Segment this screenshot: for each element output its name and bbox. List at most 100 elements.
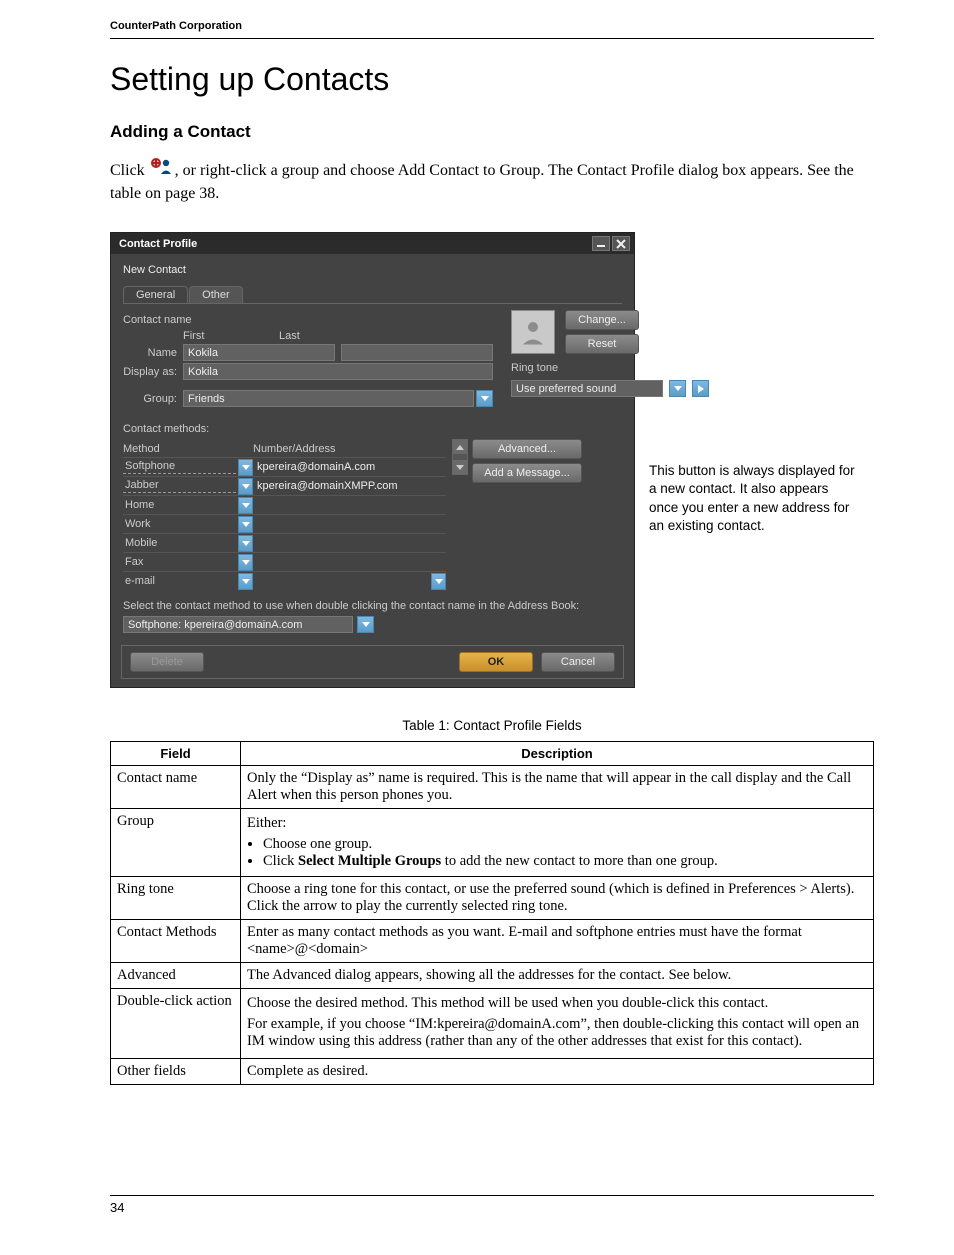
ringtone-play-button[interactable]	[692, 380, 709, 397]
table-row: GroupEither:Choose one group.Click Selec…	[111, 809, 874, 877]
select-method-note: Select the contact method to use when do…	[123, 600, 622, 612]
method-type-dropdown[interactable]	[238, 459, 253, 476]
chevron-down-icon	[435, 579, 443, 584]
name-label: Name	[123, 347, 183, 359]
ringtone-dropdown-button[interactable]	[669, 380, 686, 397]
fields-table: Field Description Contact nameOnly the “…	[110, 741, 874, 1085]
method-row: Softphone kpereira@domainA.com	[123, 457, 446, 476]
chevron-down-icon	[242, 541, 250, 546]
page-number: 34	[110, 1195, 874, 1215]
first-name-field[interactable]	[183, 344, 335, 361]
field-cell: Contact Methods	[111, 920, 241, 963]
intro-pre: Click	[110, 162, 149, 179]
table-row: Double-click actionChoose the desired me…	[111, 989, 874, 1059]
close-button[interactable]	[612, 236, 630, 251]
ok-button[interactable]: OK	[459, 652, 533, 672]
description-cell: Enter as many contact methods as you wan…	[241, 920, 874, 963]
reset-avatar-button[interactable]: Reset	[565, 334, 639, 354]
intro-paragraph: Click , or right-click a group and choos…	[110, 160, 874, 204]
description-cell: Only the “Display as” name is required. …	[241, 766, 874, 809]
field-cell: Advanced	[111, 963, 241, 989]
th-field: Field	[111, 742, 241, 766]
scroll-down-button[interactable]	[453, 460, 467, 474]
add-contact-icon	[151, 158, 173, 181]
advanced-button[interactable]: Advanced...	[472, 439, 582, 459]
chevron-down-icon	[242, 560, 250, 565]
table-row: Ring toneChoose a ring tone for this con…	[111, 877, 874, 920]
table-row: Contact nameOnly the “Display as” name i…	[111, 766, 874, 809]
method-row: Jabber kpereira@domainXMPP.com	[123, 476, 446, 495]
method-label: Mobile	[123, 537, 236, 549]
contact-profile-dialog: Contact Profile New Contact General Othe…	[110, 232, 635, 688]
method-type-dropdown[interactable]	[238, 573, 253, 590]
tab-general[interactable]: General	[123, 286, 188, 303]
last-label: Last	[279, 330, 487, 342]
method-row: Mobile	[123, 533, 446, 552]
chevron-down-icon	[242, 503, 250, 508]
method-label: Home	[123, 499, 236, 511]
field-cell: Ring tone	[111, 877, 241, 920]
ringtone-label: Ring tone	[511, 362, 709, 374]
description-cell: Choose the desired method. This method w…	[241, 989, 874, 1059]
chevron-down-icon	[242, 484, 250, 489]
description-cell: Complete as desired.	[241, 1059, 874, 1085]
th-description: Description	[241, 742, 874, 766]
scroll-up-button[interactable]	[453, 440, 467, 454]
chevron-down-icon	[242, 465, 250, 470]
change-avatar-button[interactable]: Change...	[565, 310, 639, 330]
primary-method-dropdown-button[interactable]	[357, 616, 374, 633]
primary-method-field[interactable]	[123, 616, 353, 633]
method-row: Fax	[123, 552, 446, 571]
new-contact-label: New Contact	[123, 264, 622, 276]
methods-scrollbar[interactable]	[452, 439, 468, 475]
method-row: e-mail	[123, 571, 446, 590]
method-label: Fax	[123, 556, 236, 568]
cancel-button[interactable]: Cancel	[541, 652, 615, 672]
running-header: CounterPath Corporation	[110, 20, 874, 39]
method-type-dropdown[interactable]	[238, 554, 253, 571]
chevron-down-icon	[242, 579, 250, 584]
method-column-header: Method	[123, 443, 253, 455]
method-label: Softphone	[123, 460, 236, 474]
method-label: Work	[123, 518, 236, 530]
page-title: Setting up Contacts	[110, 61, 874, 98]
displayas-label: Display as:	[123, 366, 183, 378]
last-name-field[interactable]	[341, 344, 493, 361]
ringtone-field[interactable]	[511, 380, 663, 397]
contact-methods-header: Contact methods:	[123, 423, 622, 435]
first-label: First	[183, 330, 273, 342]
group-field[interactable]	[183, 390, 474, 407]
dialog-title: Contact Profile	[119, 238, 197, 250]
method-address-dropdown[interactable]	[431, 573, 446, 590]
contact-name-header: Contact name	[123, 314, 493, 326]
dialog-titlebar[interactable]: Contact Profile	[111, 233, 634, 254]
section-heading: Adding a Contact	[110, 122, 874, 142]
method-type-dropdown[interactable]	[238, 516, 253, 533]
table-row: AdvancedThe Advanced dialog appears, sho…	[111, 963, 874, 989]
table-caption: Table 1: Contact Profile Fields	[110, 718, 874, 733]
method-address[interactable]: kpereira@domainXMPP.com	[253, 480, 446, 492]
tab-other[interactable]: Other	[189, 286, 243, 303]
method-address[interactable]: kpereira@domainA.com	[253, 461, 446, 473]
field-cell: Double-click action	[111, 989, 241, 1059]
method-label: e-mail	[123, 575, 236, 587]
table-row: Contact MethodsEnter as many contact met…	[111, 920, 874, 963]
group-dropdown-button[interactable]	[476, 390, 493, 407]
description-cell: Choose a ring tone for this contact, or …	[241, 877, 874, 920]
minimize-button[interactable]	[592, 236, 610, 251]
method-type-dropdown[interactable]	[238, 478, 253, 495]
chevron-down-icon	[242, 522, 250, 527]
avatar	[511, 310, 555, 354]
method-type-dropdown[interactable]	[238, 535, 253, 552]
displayas-field[interactable]	[183, 363, 493, 380]
method-type-dropdown[interactable]	[238, 497, 253, 514]
field-cell: Other fields	[111, 1059, 241, 1085]
delete-button[interactable]: Delete	[130, 652, 204, 672]
add-message-button[interactable]: Add a Message...	[472, 463, 582, 483]
address-column-header: Number/Address	[253, 443, 336, 455]
method-label: Jabber	[123, 479, 236, 493]
description-cell: The Advanced dialog appears, showing all…	[241, 963, 874, 989]
chevron-down-icon	[674, 386, 682, 391]
description-cell: Either:Choose one group.Click Select Mul…	[241, 809, 874, 877]
chevron-down-icon	[362, 622, 370, 627]
